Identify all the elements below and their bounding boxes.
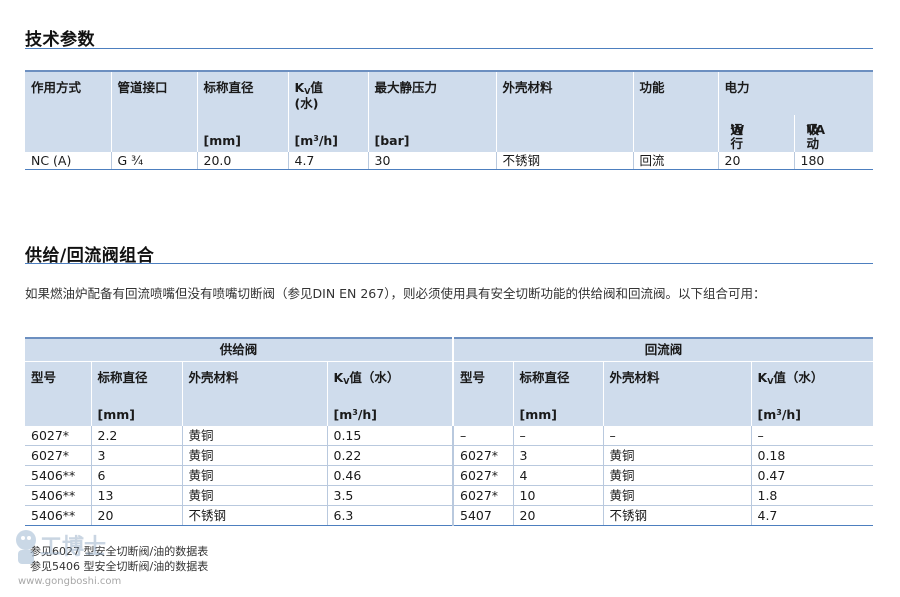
cell-supply-model: 6027* [25,426,91,446]
cell-supply-kv: 6.3 [326,505,453,526]
table-row: 6027* 2.2 黄铜 0.15– – – – [25,426,873,446]
cell-supply-material: 不锈钢 [181,505,327,526]
cell-pressure: 30 [367,152,496,170]
col-header-pressure: 最大静压力 [bar] [367,71,496,152]
cell-return-material: 黄铜 [602,485,751,506]
cell-return-dn: 4 [512,465,603,486]
cell-pull: 180 [793,152,873,170]
table-row: 6027* 3 黄铜 0.22 6027* 3 黄铜 0.18 [25,445,873,466]
group-header-return: 回流阀 [452,338,873,362]
col-header-kv: KV值（水） [m3/h] [326,361,453,426]
cell-return-model: 6027* [452,465,513,486]
group-header-supply: 供给阀 [25,338,453,362]
cell-return-kv: 0.18 [750,445,873,466]
col-header-dn: 标称直径 [mm] [196,71,288,152]
col-header-model: 型号 [25,361,91,426]
table-row: 5406** 20 不锈钢 6.3 5407 20 不锈钢 4.7 [25,505,873,526]
cell-return-model: 5407 [452,505,513,526]
cell-return-dn: 3 [512,445,603,466]
col-header-dn: 标称直径 [mm] [90,361,182,426]
col-header-material: 外壳材料 [602,361,751,426]
cell-return-kv: – [750,426,873,446]
cell-supply-model: 5406** [25,485,91,506]
cell-supply-material: 黄铜 [181,485,327,506]
cell-return-material: – [602,426,751,446]
cell-return-material: 黄铜 [602,445,751,466]
col-header-model: 型号 [452,361,513,426]
cell-function: 回流 [632,152,718,170]
col-header-kv: KV值 (水) [m3/h] [287,71,368,152]
cell-return-model: 6027* [452,445,513,466]
cell-mode: NC (A) [25,152,111,170]
table-row: NC (A) G ¾ 20.0 4.7 30 不锈钢 回流 20 180 [25,152,873,170]
col-header-port: 管道接口 [110,71,197,152]
cell-return-dn: 20 [512,505,603,526]
cell-supply-material: 黄铜 [181,426,327,446]
col-header-material: 外壳材料 [181,361,327,426]
cell-kv: 4.7 [287,152,368,170]
combo-table-body: 6027* 2.2 黄铜 0.15– – – –6027* 3 黄铜 0.22 6027* 3 黄铜 0.… [25,426,873,526]
cell-return-dn: – [512,426,603,446]
intro-paragraph: 如果燃油炉配备有回流喷嘴但没有喷嘴切断阀（参见DIN EN 267），则必须使用… [25,286,766,301]
cell-return-dn: 10 [512,485,603,506]
cell-supply-model: 6027* [25,445,91,466]
watermark-logo-icon: 工博士 www.gongboshi.com [16,530,121,587]
section-rule [25,48,873,49]
cell-return-material: 黄铜 [602,465,751,486]
cell-run: 20 [717,152,794,170]
cell-dn: 20.0 [196,152,288,170]
cell-port: G ¾ [110,152,197,170]
col-header-dn: 标称直径 [mm] [512,361,603,426]
section-rule [25,263,873,264]
cell-supply-model: 5406** [25,465,91,486]
col-header-pull: 吸动 VA [793,115,874,152]
table-row: 5406** 13 黄铜 3.5 6027* 10 黄铜 1.8 [25,485,873,506]
cell-supply-material: 黄铜 [181,445,327,466]
cell-supply-kv: 0.46 [326,465,453,486]
cell-supply-dn: 6 [90,465,182,486]
cell-return-kv: 4.7 [750,505,873,526]
tech-spec-table: 作用方式 管道接口 标称直径 [mm] KV值 (水) [m3/h] 最大静压力 … [25,70,873,170]
col-header-kv: KV值（水） [m3/h] [750,361,873,426]
col-header-mode: 作用方式 [25,71,111,152]
col-header-function: 功能 [632,71,718,152]
col-header-run: 运行 W [717,115,795,152]
cell-supply-dn: 3 [90,445,182,466]
cell-return-kv: 0.47 [750,465,873,486]
watermark-url: www.gongboshi.com [18,576,121,587]
cell-supply-dn: 2.2 [90,426,182,446]
cell-supply-kv: 0.15 [326,426,453,446]
cell-supply-kv: 0.22 [326,445,453,466]
watermark-brand: 工博士 [40,534,106,560]
cell-supply-material: 黄铜 [181,465,327,486]
cell-return-material: 不锈钢 [602,505,751,526]
cell-supply-kv: 3.5 [326,485,453,506]
cell-return-model: 6027* [452,485,513,506]
col-header-material: 外壳材料 [495,71,633,152]
cell-return-model: – [452,426,513,446]
col-header-power: 电力 运行 W 吸动 VA [717,71,874,152]
cell-material: 不锈钢 [495,152,633,170]
table-row: 5406** 6 黄铜 0.46 6027* 4 黄铜 0.47 [25,465,873,486]
section-title-tech: 技术参数 [25,30,95,50]
combo-table: 供给阀 回流阀 型号 标称直径 [mm] 外壳材料 KV值（水） [m3/h] 型… [25,337,873,526]
cell-supply-dn: 13 [90,485,182,506]
cell-return-kv: 1.8 [750,485,873,506]
